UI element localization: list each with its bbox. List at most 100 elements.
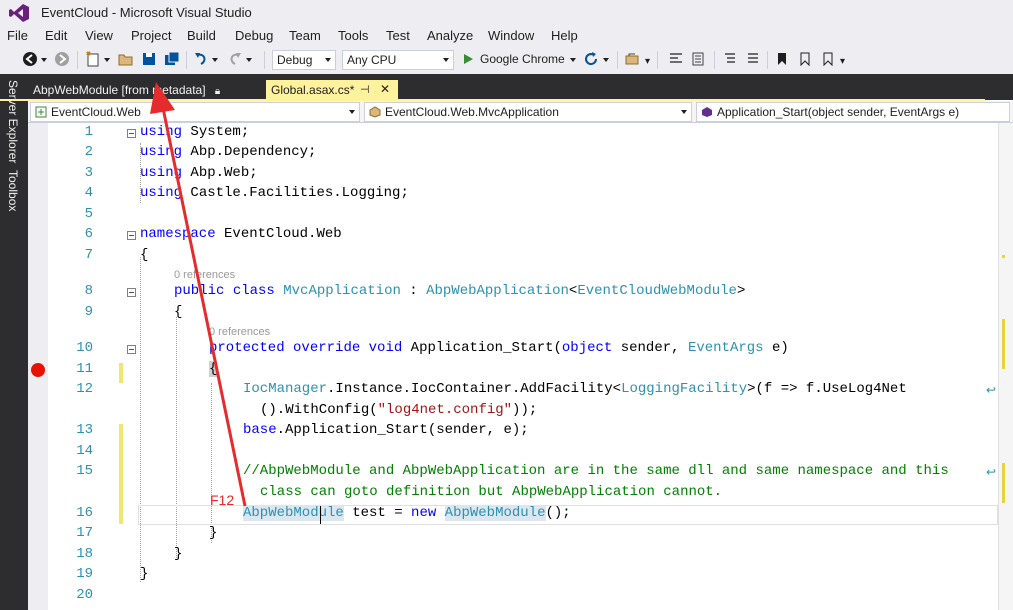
line-number: 20	[76, 587, 93, 603]
menu-bar: File Edit View Project Build Debug Team …	[0, 26, 1013, 46]
menu-test[interactable]: Test	[386, 28, 410, 43]
undo-dropdown-icon[interactable]	[212, 58, 218, 62]
redo-dropdown-icon[interactable]	[246, 58, 252, 62]
refresh-icon[interactable]	[583, 51, 599, 67]
code-text: e)	[763, 340, 789, 356]
keyword: class	[232, 283, 275, 299]
run-target-dropdown-icon[interactable]	[570, 58, 576, 62]
code-line[interactable]: 1 using System;	[28, 123, 1013, 143]
menu-team[interactable]: Team	[289, 28, 321, 43]
browser-link-icon[interactable]	[624, 51, 640, 67]
type-dropdown-value: EventCloud.Web.MvcApplication	[385, 105, 559, 119]
menu-analyze[interactable]: Analyze	[427, 28, 473, 43]
code-line[interactable]: 12 IocManager.Instance.IocContainer.AddF…	[28, 380, 1013, 400]
comment-out-icon[interactable]	[722, 51, 738, 67]
code-line[interactable]: 8 public class MvcApplication : AbpWebAp…	[28, 282, 1013, 302]
code-line[interactable]: 3 using Abp.Web;	[28, 164, 1013, 184]
code-line-wrapped[interactable]: class can goto definition but AbpWebAppl…	[28, 483, 1013, 503]
undo-icon[interactable]	[193, 51, 209, 67]
f12-annotation-label: F12	[210, 492, 235, 508]
menu-file[interactable]: File	[7, 28, 28, 43]
code-text: {	[174, 304, 183, 320]
code-line[interactable]: 9 {	[28, 303, 1013, 323]
close-icon[interactable]: ✕	[380, 82, 390, 96]
code-line[interactable]: 20	[28, 586, 1013, 606]
type-name: AbpWebApplication	[426, 283, 569, 299]
menu-debug[interactable]: Debug	[235, 28, 273, 43]
codelens-references[interactable]: 0 references	[174, 269, 235, 281]
line-number: 4	[84, 185, 93, 201]
toolbox-tab[interactable]: Toolbox	[6, 170, 20, 211]
find-in-files-icon[interactable]	[668, 51, 684, 67]
server-explorer-tab[interactable]: Server Explorer	[6, 80, 20, 163]
save-all-icon[interactable]	[164, 51, 180, 67]
code-line[interactable]: 4 using Castle.Facilities.Logging;	[28, 184, 1013, 204]
navigate-back-icon[interactable]	[22, 51, 38, 67]
code-text: :	[400, 283, 427, 299]
type-name: IocManager	[243, 381, 328, 397]
navigate-forward-icon[interactable]	[54, 51, 70, 67]
tab-abpwebmodule-metadata[interactable]: AbpWebModule [from metadata] 🔒︎	[28, 80, 225, 100]
toolbar-overflow-icon[interactable]: ▾	[645, 56, 650, 67]
code-line[interactable]: 7 {	[28, 246, 1013, 266]
menu-view[interactable]: View	[85, 28, 113, 43]
open-file-icon[interactable]	[118, 51, 134, 67]
toggle-comment-icon[interactable]	[690, 51, 706, 67]
code-line-wrapped[interactable]: ().WithConfig("log4net.config"));	[28, 401, 1013, 421]
menu-edit[interactable]: Edit	[45, 28, 67, 43]
keyword: object	[561, 340, 613, 356]
uncomment-icon[interactable]	[745, 51, 761, 67]
menu-build[interactable]: Build	[187, 28, 216, 43]
method-icon	[702, 107, 712, 117]
previous-bookmark-icon[interactable]	[797, 51, 813, 67]
code-line[interactable]: 17 }	[28, 524, 1013, 544]
pin-icon[interactable]: ⊣	[360, 83, 370, 96]
bookmark-icon[interactable]	[774, 51, 790, 67]
code-line[interactable]: 16 AbpWebModule test = new AbpWebModule(…	[28, 504, 1013, 524]
project-dropdown[interactable]: EventCloud.Web	[30, 102, 360, 122]
line-number: 10	[76, 340, 93, 356]
scroll-change-marker	[1002, 319, 1005, 369]
codelens-references[interactable]: 0 references	[209, 326, 270, 338]
code-line[interactable]: 11 {	[28, 360, 1013, 380]
code-line[interactable]: 14	[28, 442, 1013, 462]
line-number: 3	[84, 165, 93, 181]
code-line[interactable]: 19 }	[28, 565, 1013, 585]
code-line[interactable]: 10 protected override void Application_S…	[28, 339, 1013, 359]
window-title: EventCloud - Microsoft Visual Studio	[41, 5, 252, 20]
toolbar-overflow-icon[interactable]: ▾	[840, 56, 845, 67]
line-number: 6	[84, 226, 93, 242]
solution-platform-select[interactable]: Any CPU	[342, 50, 454, 70]
menu-tools[interactable]: Tools	[338, 28, 368, 43]
code-line[interactable]: 15 //AbpWebModule and AbpWebApplication …	[28, 462, 1013, 482]
type-dropdown[interactable]: EventCloud.Web.MvcApplication	[364, 102, 692, 122]
menu-project[interactable]: Project	[131, 28, 171, 43]
code-line[interactable]: 5	[28, 205, 1013, 225]
line-number: 14	[76, 443, 93, 459]
menu-window[interactable]: Window	[488, 28, 534, 43]
redo-icon[interactable]	[227, 51, 243, 67]
project-dropdown-value: EventCloud.Web	[51, 105, 141, 119]
code-line[interactable]: 18 }	[28, 545, 1013, 565]
string-literal: "log4net.config"	[377, 402, 513, 418]
save-icon[interactable]	[141, 51, 157, 67]
code-text: }	[140, 566, 149, 582]
start-debugging-button[interactable]: Google Chrome	[462, 51, 578, 69]
code-text: >(f => f.UseLog4Net	[747, 381, 907, 397]
menu-help[interactable]: Help	[551, 28, 578, 43]
back-dropdown-icon[interactable]	[41, 58, 47, 62]
code-line[interactable]: 6 namespace EventCloud.Web	[28, 225, 1013, 245]
code-editor[interactable]: 1 using System; 2 using Abp.Dependency; …	[28, 123, 1013, 610]
new-project-icon[interactable]	[85, 51, 101, 67]
vertical-scrollbar[interactable]	[998, 123, 1013, 610]
solution-configuration-select[interactable]: Debug	[272, 50, 336, 70]
code-line[interactable]: 2 using Abp.Dependency;	[28, 143, 1013, 163]
scroll-change-marker	[1002, 255, 1005, 258]
next-bookmark-icon[interactable]	[820, 51, 836, 67]
member-dropdown[interactable]: Application_Start(object sender, EventAr…	[696, 102, 1010, 122]
code-line[interactable]: 13 base.Application_Start(sender, e);	[28, 421, 1013, 441]
toolbar-separator	[767, 51, 768, 69]
new-dropdown-icon[interactable]	[104, 58, 110, 62]
refresh-dropdown-icon[interactable]	[603, 58, 609, 62]
tab-global-asax[interactable]: Global.asax.cs* ⊣ ✕	[266, 80, 398, 100]
